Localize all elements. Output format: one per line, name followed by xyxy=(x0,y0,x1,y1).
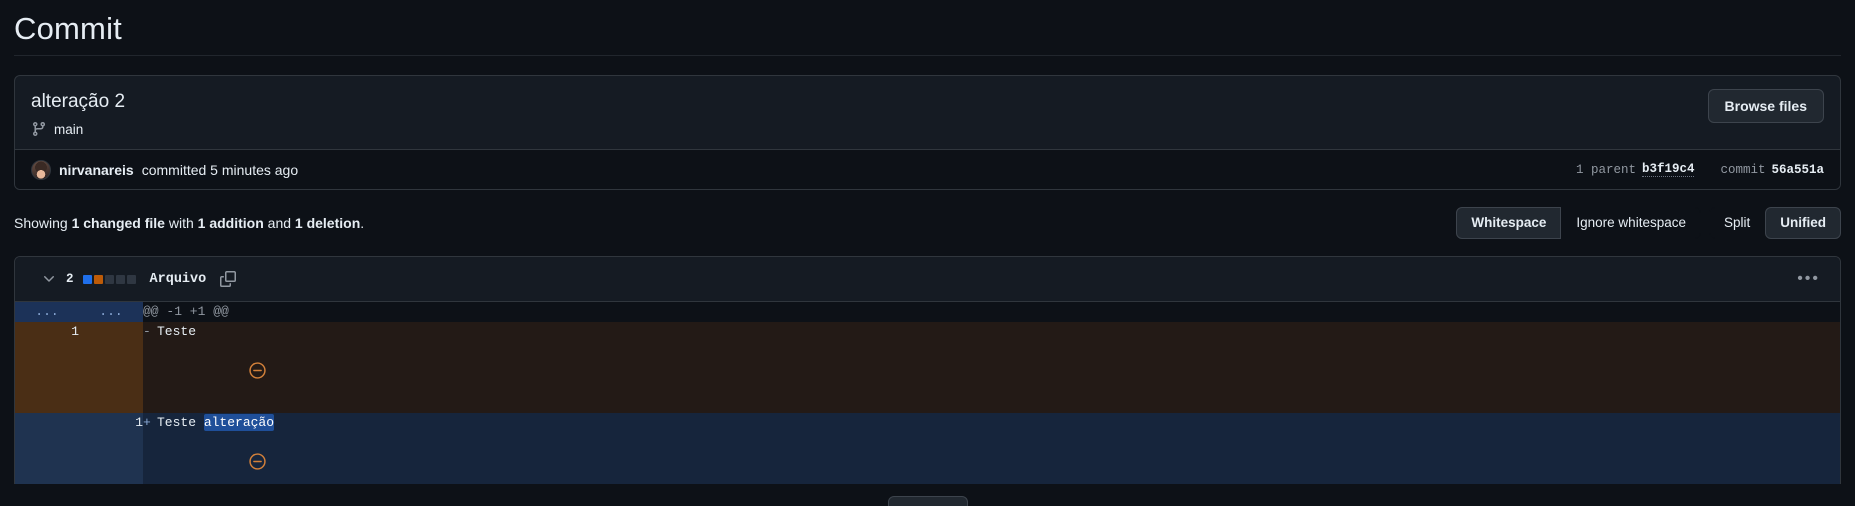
diffstat-bar xyxy=(82,274,136,284)
diffstat-block-2 xyxy=(93,274,103,284)
commit-card: alteração 2 main Browse files nirvanarei… xyxy=(14,75,1841,190)
unified-view-button[interactable]: Unified xyxy=(1765,207,1841,239)
whitespace-button[interactable]: Whitespace xyxy=(1456,207,1562,239)
addition-text-plain: Teste xyxy=(157,415,204,430)
summary-suffix: . xyxy=(360,215,365,231)
diff-hunk-header-row: ... ... @@ -1 +1 @@ xyxy=(15,302,1840,322)
circle-minus-icon[interactable] xyxy=(248,362,266,379)
hunk-gutter-old[interactable]: ... xyxy=(15,302,79,322)
diff-view-controls: Whitespace Ignore whitespace Split Unifi… xyxy=(1456,207,1841,239)
parent-label: 1 parent xyxy=(1575,162,1636,177)
deletion-marker-gutter-new xyxy=(79,342,143,413)
addition-code: + Teste alteração xyxy=(143,413,1840,433)
page-title: Commit xyxy=(14,11,122,46)
parent-hash[interactable]: b3f19c4 xyxy=(1641,162,1695,177)
hunk-header-text: @@ -1 +1 @@ xyxy=(143,302,1840,322)
author-name[interactable]: nirvanareis xyxy=(59,162,134,178)
summary-changed-files: 1 changed file xyxy=(71,215,165,231)
chevron-down-icon[interactable] xyxy=(41,271,57,287)
diff-summary-text: Showing 1 changed file with 1 addition a… xyxy=(14,215,364,231)
diff-summary-bar: Showing 1 changed file with 1 addition a… xyxy=(14,207,1841,239)
author-row: nirvanareis committed 5 minutes ago xyxy=(31,159,299,180)
deletion-marker-row xyxy=(15,342,1840,413)
diffstat-block-4 xyxy=(115,274,125,284)
summary-additions: 1 addition xyxy=(197,215,264,231)
commit-title-block: alteração 2 main xyxy=(31,89,1708,137)
copy-icon[interactable] xyxy=(220,271,237,287)
heading-divider xyxy=(14,55,1841,56)
commit-hash-row: 1 parent b3f19c4 commit 56a551a xyxy=(1576,162,1824,177)
file-name[interactable]: Arquivo xyxy=(150,272,207,287)
commit-card-header: alteração 2 main Browse files xyxy=(15,76,1840,149)
deletion-gutter-new[interactable] xyxy=(79,322,143,342)
deletion-marker-cell xyxy=(143,342,1840,413)
summary-prefix: Showing xyxy=(14,215,72,231)
file-diff-card: 2 Arquivo ••• ... ... @@ -1 +1 @@ 1 - Te… xyxy=(14,256,1841,505)
deletion-code: - Teste xyxy=(143,322,1840,342)
file-changes-count: 2 xyxy=(66,272,74,286)
page-bottom-area xyxy=(0,484,1855,506)
summary-mid: with xyxy=(164,215,198,231)
deletion-sign: - xyxy=(143,324,151,339)
commit-card-meta: nirvanareis committed 5 minutes ago 1 pa… xyxy=(15,149,1840,189)
branch-row: main xyxy=(31,121,1708,137)
split-view-button[interactable]: Split xyxy=(1708,207,1766,239)
commit-page: Commit alteração 2 main Browse files nir… xyxy=(0,0,1855,506)
summary-conj: and xyxy=(263,215,295,231)
avatar[interactable] xyxy=(31,159,51,180)
deletion-marker-gutter-old xyxy=(15,342,79,413)
ignore-whitespace-button[interactable]: Ignore whitespace xyxy=(1561,207,1701,239)
commit-label: commit xyxy=(1720,162,1766,177)
deletion-gutter-old[interactable]: 1 xyxy=(15,322,79,342)
whitespace-button-group: Whitespace Ignore whitespace xyxy=(1456,207,1701,239)
addition-gutter-old[interactable] xyxy=(15,413,79,433)
deletion-text: Teste xyxy=(157,324,197,339)
commit-hash[interactable]: 56a551a xyxy=(1771,163,1824,177)
diffstat-block-3 xyxy=(104,274,114,284)
browse-files-button[interactable]: Browse files xyxy=(1707,89,1824,123)
summary-deletions: 1 deletion xyxy=(294,215,361,231)
commit-message-title: alteração 2 xyxy=(31,91,126,112)
addition-text-highlight: alteração xyxy=(203,414,275,431)
file-header-left: 2 Arquivo xyxy=(41,271,237,287)
diff-addition-row: 1 + Teste alteração xyxy=(15,413,1840,433)
file-diff-header: 2 Arquivo ••• xyxy=(15,257,1840,302)
diffstat-block-5 xyxy=(126,274,136,284)
diff-deletion-row: 1 - Teste xyxy=(15,322,1840,342)
diff-table: ... ... @@ -1 +1 @@ 1 - Teste 1 + Teste … xyxy=(15,302,1840,504)
addition-sign: + xyxy=(143,415,151,430)
branch-name[interactable]: main xyxy=(54,122,83,137)
kebab-horizontal-icon[interactable]: ••• xyxy=(1791,271,1826,287)
partial-bottom-button[interactable] xyxy=(887,496,968,506)
diffstat-block-1 xyxy=(82,274,92,284)
addition-gutter-new[interactable]: 1 xyxy=(79,413,143,433)
commit-time: committed 5 minutes ago xyxy=(141,161,299,178)
circle-minus-icon[interactable] xyxy=(248,453,266,470)
diff-layout-button-group: Split Unified xyxy=(1708,207,1841,239)
git-branch-icon xyxy=(31,121,47,137)
hunk-gutter-new[interactable]: ... xyxy=(79,302,143,322)
